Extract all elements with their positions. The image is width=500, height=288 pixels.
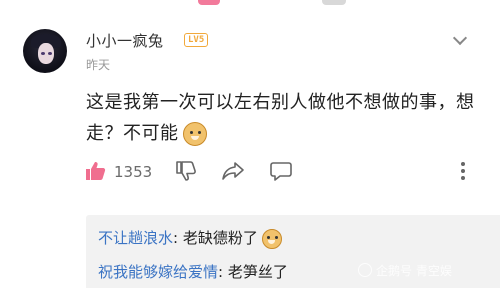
- comment-text: 这是我第一次可以左右别人做他不想做的事，想走？不可能: [86, 87, 476, 149]
- doge-icon: [261, 228, 282, 249]
- reply-author[interactable]: 祝我能够嫁给爱情: [98, 263, 218, 281]
- share-icon[interactable]: [221, 160, 245, 182]
- comment-body: 这是我第一次可以左右别人做他不想做的事，想走？不可能: [86, 92, 475, 144]
- watermark-text: 企鹅号 青空娱: [376, 264, 452, 278]
- comment-icon[interactable]: [269, 160, 293, 182]
- username[interactable]: 小小一疯兔: [86, 30, 164, 51]
- tab-indicator: [198, 0, 220, 5]
- reply-author[interactable]: 不让趟浪水: [98, 229, 173, 247]
- watermark: 企鹅号 青空娱: [358, 262, 452, 279]
- tab-indicator-inactive: [322, 0, 346, 5]
- avatar[interactable]: [23, 29, 67, 73]
- more-icon[interactable]: [459, 160, 467, 182]
- penguin-logo-icon: [358, 263, 372, 277]
- thumbs-down-icon[interactable]: [174, 160, 196, 182]
- reply-item[interactable]: 祝我能够嫁给爱情: 老笋丝了: [98, 261, 288, 282]
- action-bar: 1353: [84, 158, 484, 188]
- reply-separator: :: [173, 229, 183, 247]
- doge-icon: [182, 122, 207, 146]
- avatar-eye: [41, 52, 45, 55]
- reply-item[interactable]: 不让趟浪水: 老缺德粉了: [98, 227, 282, 249]
- avatar-eye: [48, 52, 52, 55]
- comment-time: 昨天: [86, 58, 111, 72]
- reply-text: 老笋丝了: [227, 263, 288, 281]
- thumbs-up-icon[interactable]: [84, 160, 106, 182]
- like-count: 1353: [114, 163, 153, 181]
- level-badge: LV5: [184, 33, 209, 47]
- top-strip: [0, 0, 500, 14]
- chevron-down-icon[interactable]: [452, 30, 468, 46]
- reply-text: 老缺德粉了: [182, 229, 258, 247]
- reply-separator: :: [218, 263, 228, 281]
